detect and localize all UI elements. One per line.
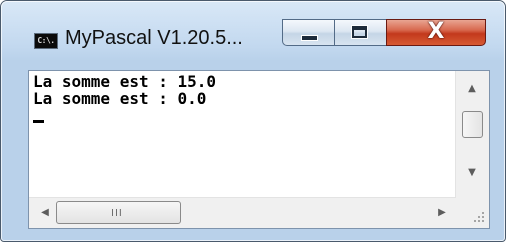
cursor-line bbox=[33, 107, 453, 124]
grip-dot bbox=[482, 212, 484, 214]
maximize-icon bbox=[351, 25, 368, 39]
console-line: La somme est : 15.0 bbox=[33, 72, 217, 91]
text-cursor bbox=[33, 120, 44, 123]
console-area[interactable]: La somme est : 15.0 La somme est : 0.0 ▲ … bbox=[28, 70, 490, 229]
grip-dot bbox=[478, 220, 480, 222]
title-bar[interactable]: C:\. MyPascal V1.20.5... X bbox=[1, 1, 505, 57]
minimize-button[interactable] bbox=[282, 19, 334, 46]
vertical-scroll-thumb[interactable] bbox=[462, 111, 483, 138]
grip-dot bbox=[482, 220, 484, 222]
grip-dot bbox=[482, 216, 484, 218]
scroll-right-icon[interactable]: ▶ bbox=[432, 203, 452, 223]
grip-dot bbox=[474, 220, 476, 222]
thumb-grip-icon: III bbox=[111, 208, 123, 219]
console-app-icon[interactable]: C:\. bbox=[34, 33, 58, 49]
window-title: MyPascal V1.20.5... bbox=[65, 27, 243, 49]
horizontal-scrollbar[interactable]: ◀ III ▶ bbox=[29, 197, 456, 228]
grip-dot bbox=[478, 216, 480, 218]
console-output: La somme est : 15.0 La somme est : 0.0 bbox=[33, 73, 453, 200]
caption-buttons: X bbox=[282, 19, 486, 51]
console-line: La somme est : 0.0 bbox=[33, 89, 207, 108]
scroll-up-icon[interactable]: ▲ bbox=[456, 79, 488, 99]
minimize-icon bbox=[301, 35, 318, 41]
scroll-left-icon[interactable]: ◀ bbox=[35, 203, 55, 223]
vertical-scrollbar[interactable]: ▲ ▼ bbox=[455, 71, 489, 198]
maximize-button[interactable] bbox=[334, 19, 386, 46]
scroll-down-icon[interactable]: ▼ bbox=[456, 163, 488, 183]
close-icon: X bbox=[427, 19, 445, 44]
close-button[interactable]: X bbox=[386, 19, 486, 46]
app-window: C:\. MyPascal V1.20.5... X La somme est … bbox=[0, 0, 506, 242]
horizontal-scroll-thumb[interactable]: III bbox=[56, 201, 181, 224]
resize-grip-icon[interactable] bbox=[456, 198, 489, 228]
